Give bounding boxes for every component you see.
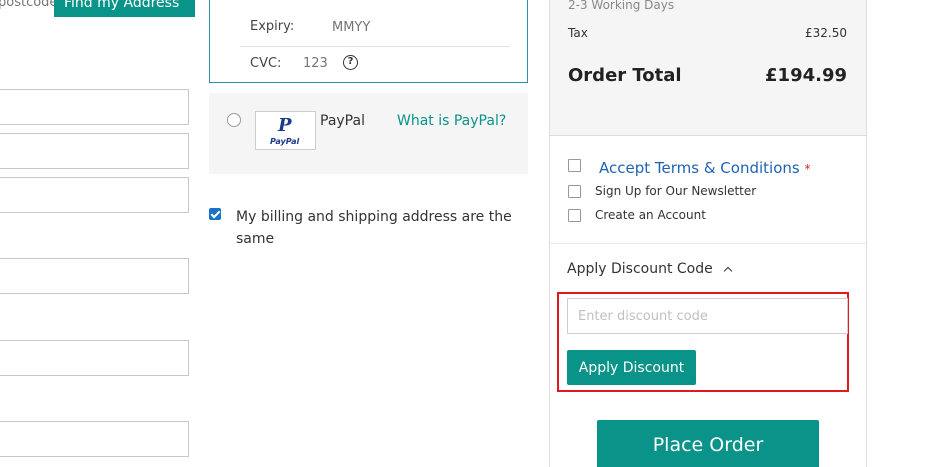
discount-code-toggle[interactable]: Apply Discount Code (567, 261, 713, 277)
newsletter-label: Sign Up for Our Newsletter (595, 184, 757, 198)
discount-code-input[interactable] (567, 298, 848, 334)
town-field[interactable] (0, 258, 189, 294)
tax-label: Tax (568, 26, 588, 40)
county-field[interactable] (0, 340, 189, 376)
cvc-label: CVC: (250, 56, 282, 71)
billing-same-checkbox[interactable] (209, 208, 221, 220)
terms-conditions-link[interactable]: Accept Terms & Conditions * (599, 159, 810, 177)
tax-value: £32.50 (805, 26, 847, 40)
paypal-logo-text: PayPal (270, 137, 300, 146)
address-line-1-field[interactable] (0, 89, 189, 125)
expiry-row: Expiry: (240, 10, 527, 47)
divider (550, 243, 866, 244)
cvc-input[interactable] (300, 53, 340, 73)
what-is-paypal-link[interactable]: What is PayPal? (397, 113, 506, 129)
paypal-label: PayPal (320, 113, 365, 129)
paypal-logo-icon: P PayPal (255, 111, 316, 150)
billing-same-label: My billing and shipping address are the … (236, 209, 512, 247)
create-account-label: Create an Account (595, 208, 706, 222)
required-marker: * (804, 162, 811, 176)
expiry-input[interactable] (324, 16, 527, 39)
place-order-button[interactable]: Place Order (597, 420, 819, 467)
expiry-label: Expiry: (250, 19, 295, 34)
terms-label[interactable]: Accept Terms & Conditions (599, 159, 800, 177)
address-line-3-field[interactable] (0, 177, 189, 213)
paypal-option[interactable]: P PayPal PayPal What is PayPal? (209, 93, 528, 174)
newsletter-checkbox[interactable] (568, 185, 581, 198)
apply-discount-button[interactable]: Apply Discount (567, 350, 696, 385)
order-total-label: Order Total (568, 65, 682, 86)
create-account-checkbox[interactable] (568, 209, 581, 222)
shipping-days: 2-3 Working Days (568, 0, 675, 12)
card-details-box: Expiry: CVC: ? (209, 0, 528, 83)
terms-checkbox[interactable] (568, 159, 581, 172)
find-address-button[interactable]: Find my Address (54, 0, 195, 17)
address-line-2-field[interactable] (0, 133, 189, 169)
postcode-input[interactable] (0, 0, 56, 17)
phone-field[interactable] (0, 421, 189, 457)
order-total-value: £194.99 (765, 65, 847, 86)
help-icon[interactable]: ? (343, 55, 358, 70)
paypal-radio[interactable] (227, 113, 241, 127)
